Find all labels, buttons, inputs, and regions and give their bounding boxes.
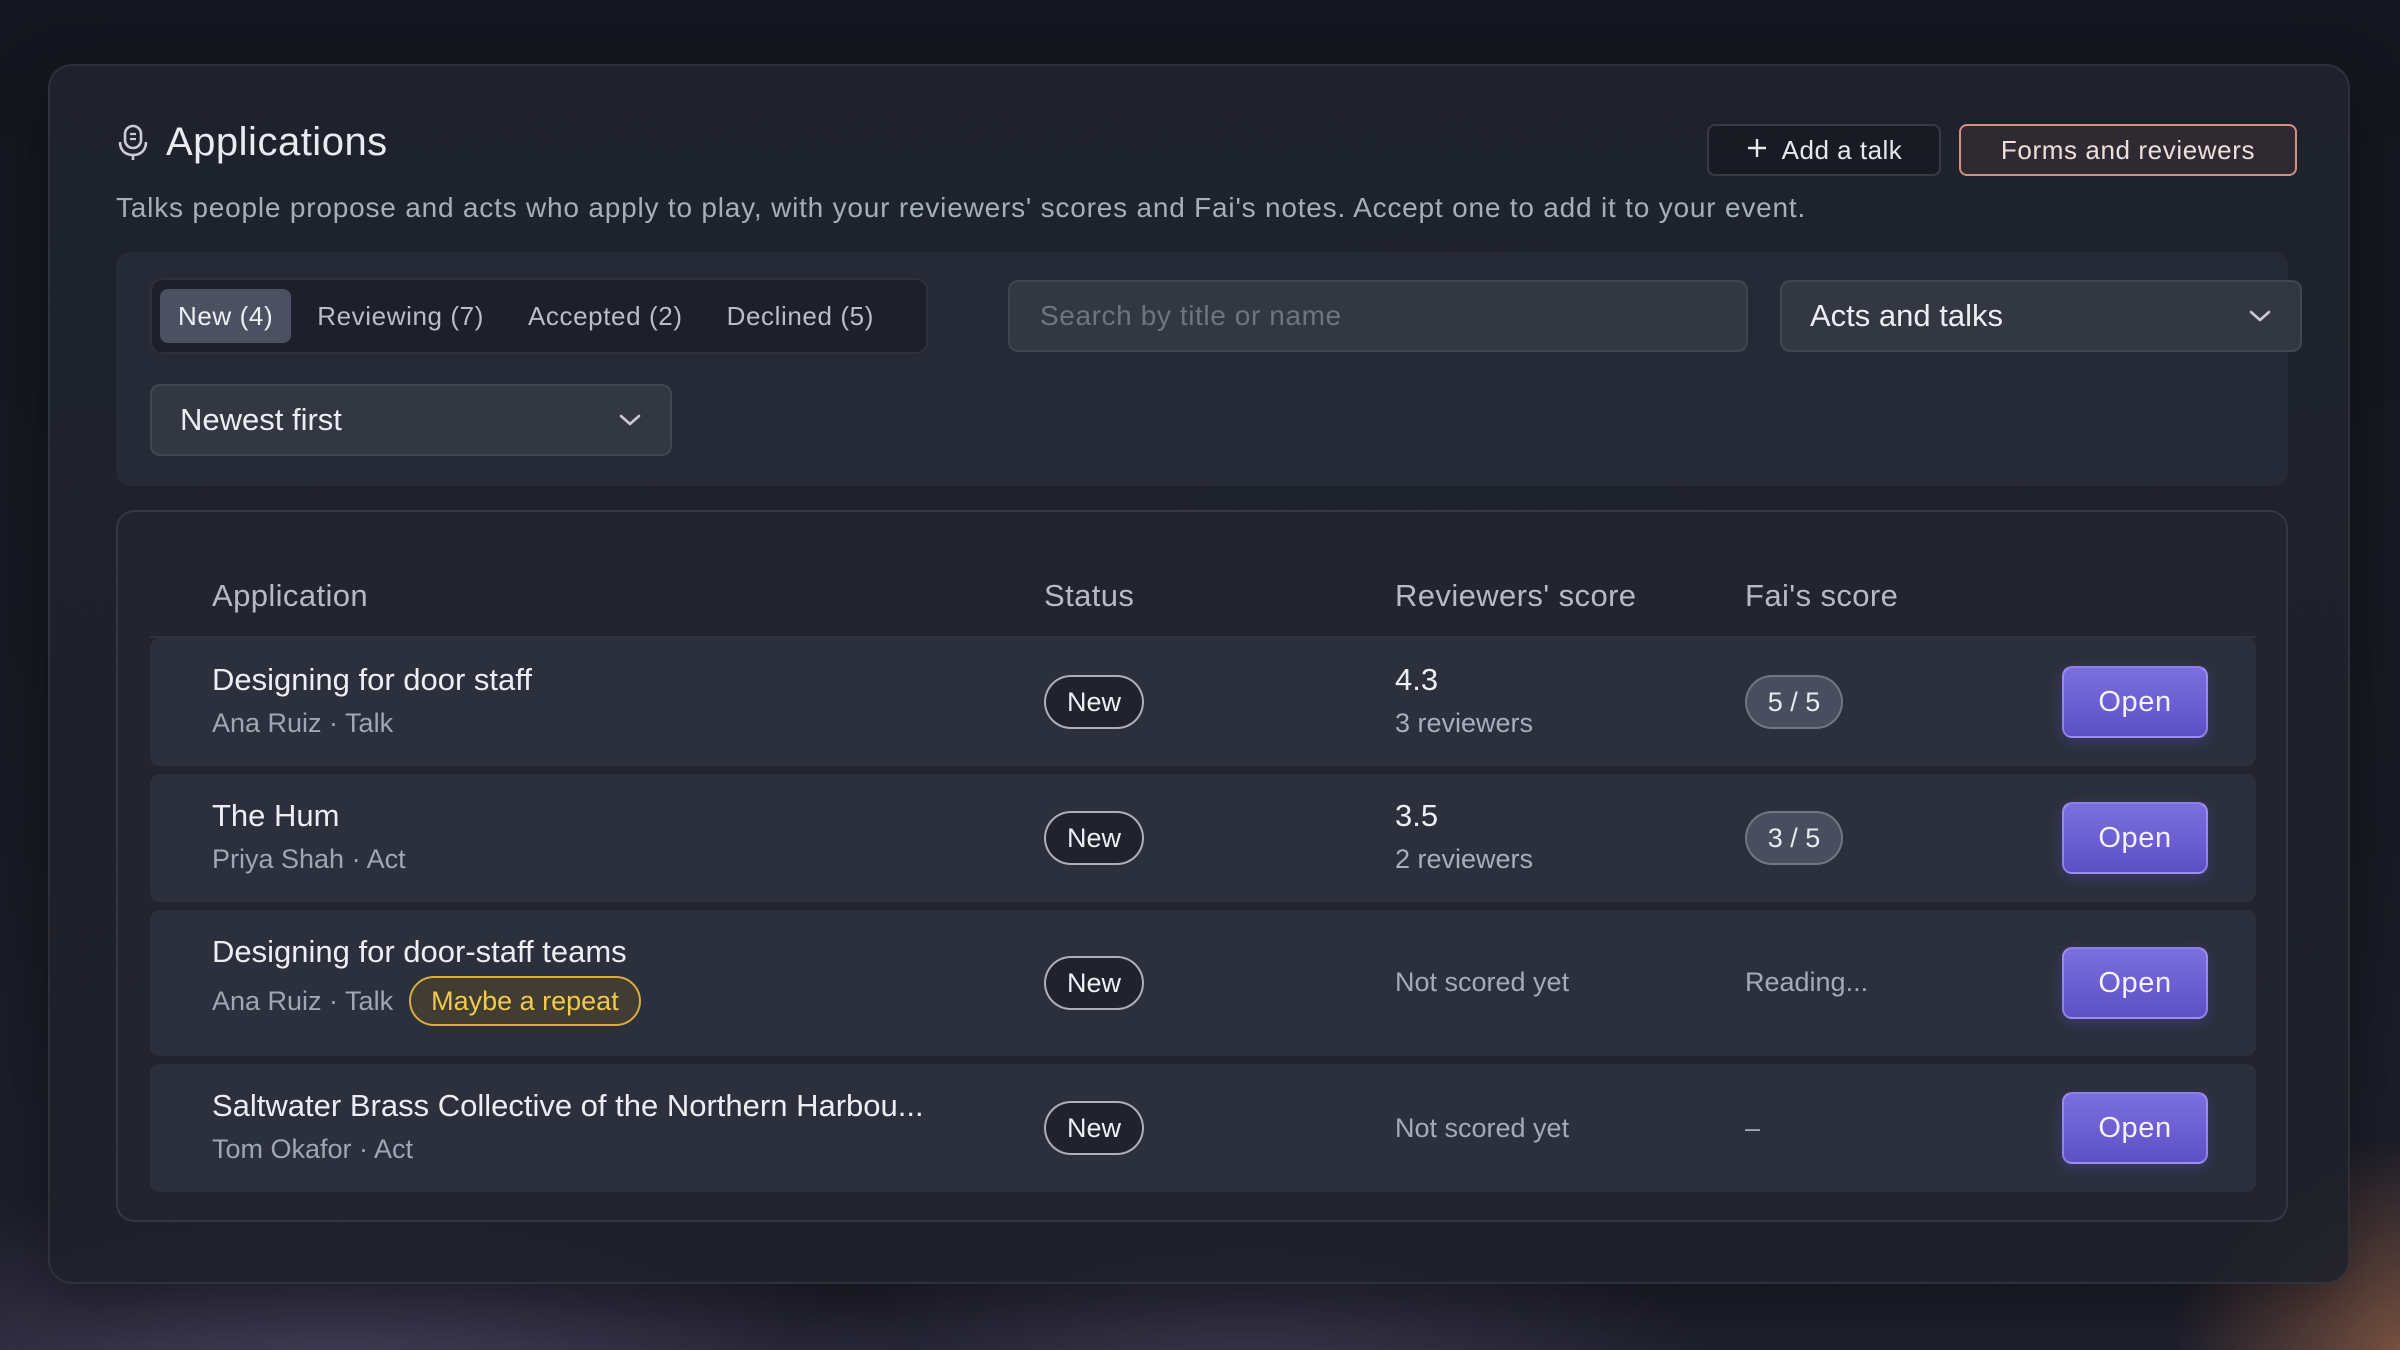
application-subtitle: Tom Okafor · Act [212,1134,413,1165]
column-header-application: Application [212,578,369,613]
status-badge: New [1044,675,1144,729]
status-badge: New [1044,956,1144,1010]
reviewers-count: 2 reviewers [1395,844,1534,874]
page-header: Applications [118,120,388,165]
sort-select[interactable]: Newest first [150,384,672,456]
applicant-and-type: Ana Ruiz · Talk [212,985,394,1016]
application-subtitle: Ana Ruiz · Talk Maybe a repeat [212,976,641,1026]
tab-declined[interactable]: Declined (5) [709,289,892,343]
chevron-down-icon [2248,309,2272,323]
reviewers-count: 3 reviewers [1395,708,1534,738]
filter-bar: New (4) Reviewing (7) Accepted (2) Decli… [116,252,2302,486]
fai-score-text: Reading... [1745,967,1869,997]
column-header-reviewers-score: Reviewers' score [1395,578,1637,613]
plus-icon [1746,135,1768,166]
applicant-and-type: Tom Okafor · Act [212,1134,414,1164]
page-subtitle: Talks people propose and acts who apply … [116,192,1807,223]
application-subtitle: Ana Ruiz · Talk [212,708,393,739]
repeat-warning-badge: Maybe a repeat [409,976,641,1026]
applications-panel: Applications Talks people propose and ac… [48,64,2350,1284]
sort-select-value: Newest first [180,402,342,437]
tab-reviewing[interactable]: Reviewing (7) [299,289,502,343]
table-row[interactable]: Designing for door staff Ana Ruiz · Talk… [150,638,2256,766]
table-row[interactable]: Saltwater Brass Collective of the Northe… [150,1064,2256,1192]
application-title: Saltwater Brass Collective of the Northe… [212,1088,924,1123]
forms-and-reviewers-button[interactable]: Forms and reviewers [1959,124,2297,176]
application-title: The Hum [212,798,340,833]
application-title: Designing for door staff [212,662,532,697]
table-row[interactable]: Designing for door-staff teams Ana Ruiz … [150,910,2256,1056]
applications-table: Application Status Reviewers' score Fai'… [116,510,2288,1222]
status-tabs: New (4) Reviewing (7) Accepted (2) Decli… [150,278,928,354]
open-button[interactable]: Open [2062,947,2208,1019]
fai-score-badge: 5 / 5 [1745,675,1843,729]
kind-select-value: Acts and talks [1810,298,2003,333]
add-talk-label: Add a talk [1781,134,1903,165]
application-subtitle: Priya Shah · Act [212,844,406,875]
open-button[interactable]: Open [2062,1092,2208,1164]
reviewers-score-text: Not scored yet [1395,967,1570,997]
column-header-fai-score: Fai's score [1745,578,1899,613]
page-title: Applications [166,120,388,164]
status-badge: New [1044,811,1144,865]
fai-score-badge: 3 / 5 [1745,811,1843,865]
chevron-down-icon [618,413,642,427]
add-talk-button[interactable]: Add a talk [1707,124,1941,176]
reviewers-score-text: Not scored yet [1395,1113,1570,1143]
application-title: Designing for door-staff teams [212,934,627,969]
forms-and-reviewers-label: Forms and reviewers [2000,134,2256,165]
microphone-icon [118,124,148,162]
kind-select[interactable]: Acts and talks [1780,280,2302,352]
tab-accepted[interactable]: Accepted (2) [510,289,701,343]
table-row[interactable]: The Hum Priya Shah · Act New 3.5 2 revie… [150,774,2256,902]
open-button[interactable]: Open [2062,802,2208,874]
reviewers-score-value: 4.3 [1395,662,1439,697]
fai-score-text: – [1745,1113,1761,1143]
open-button[interactable]: Open [2062,666,2208,738]
applicant-and-type: Priya Shah · Act [212,844,406,874]
status-badge: New [1044,1101,1144,1155]
search-input[interactable] [1008,280,1748,352]
tab-new[interactable]: New (4) [160,289,292,343]
reviewers-score-value: 3.5 [1395,798,1439,833]
applicant-and-type: Ana Ruiz · Talk [212,708,394,738]
column-header-status: Status [1044,578,1135,613]
